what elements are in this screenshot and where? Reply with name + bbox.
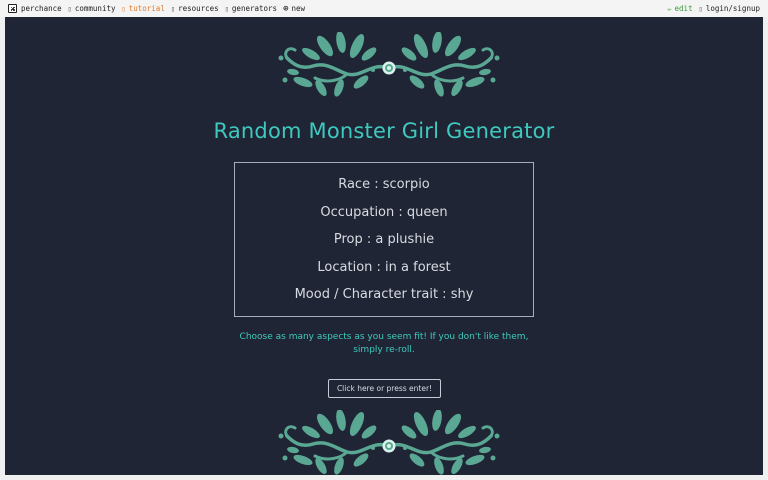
nav-login[interactable]: ▯ login/signup <box>699 4 760 13</box>
nav-edit-label: edit <box>674 4 693 13</box>
nav-generators[interactable]: ▯ generators <box>225 4 277 13</box>
result-prop: Prop : a plushie <box>333 232 435 247</box>
nav-tutorial[interactable]: ▯ tutorial <box>122 4 165 13</box>
plus-circle-icon: ⊕ <box>283 3 289 14</box>
nav-new-label: new <box>291 4 306 13</box>
generators-icon: ▯ <box>224 4 229 13</box>
floral-ornament-bottom-icon <box>276 410 502 476</box>
nav-perchance[interactable]: perchance <box>8 4 62 13</box>
floral-ornament-icon <box>278 32 502 98</box>
nav-community-label: community <box>74 4 116 13</box>
pencil-icon: ✏ <box>667 4 672 13</box>
hint-text: Choose as many aspects as you seem fit! … <box>239 332 529 355</box>
chat-icon: ▯ <box>67 4 72 13</box>
book-icon: ▯ <box>121 4 126 13</box>
nav-login-label: login/signup <box>705 4 760 13</box>
nav-perchance-label: perchance <box>21 4 62 13</box>
nav-right: ✏ edit ▯ login/signup <box>667 0 760 17</box>
nav-edit[interactable]: ✏ edit <box>667 4 692 13</box>
reroll-button[interactable]: Click here or press enter! <box>328 379 441 398</box>
top-nav-bar: perchance ▯ community ▯ tutorial ▯ resou… <box>0 0 768 17</box>
result-occupation: Occupation : queen <box>320 204 448 220</box>
nav-new[interactable]: ⊕ new <box>283 4 305 14</box>
nav-tutorial-label: tutorial <box>128 4 165 13</box>
result-location: Location : in a forest <box>317 259 451 275</box>
nav-resources-label: resources <box>178 4 219 13</box>
result-race: Race : scorpio <box>338 177 430 192</box>
die-icon <box>8 4 17 13</box>
generator-panel: Random Monster Girl Generator Race : sco… <box>5 17 763 476</box>
nav-resources[interactable]: ▯ resources <box>171 4 219 13</box>
nav-left: perchance ▯ community ▯ tutorial ▯ resou… <box>0 4 311 14</box>
nav-community[interactable]: ▯ community <box>68 4 116 13</box>
resources-icon: ▯ <box>170 4 176 13</box>
result-mood: Mood / Character trait : shy <box>294 287 474 302</box>
result-box: Race : scorpio Occupation : queen Prop :… <box>234 162 534 317</box>
user-icon: ▯ <box>698 4 703 13</box>
page-title: Random Monster Girl Generator <box>213 119 555 143</box>
nav-generators-label: generators <box>231 4 278 13</box>
